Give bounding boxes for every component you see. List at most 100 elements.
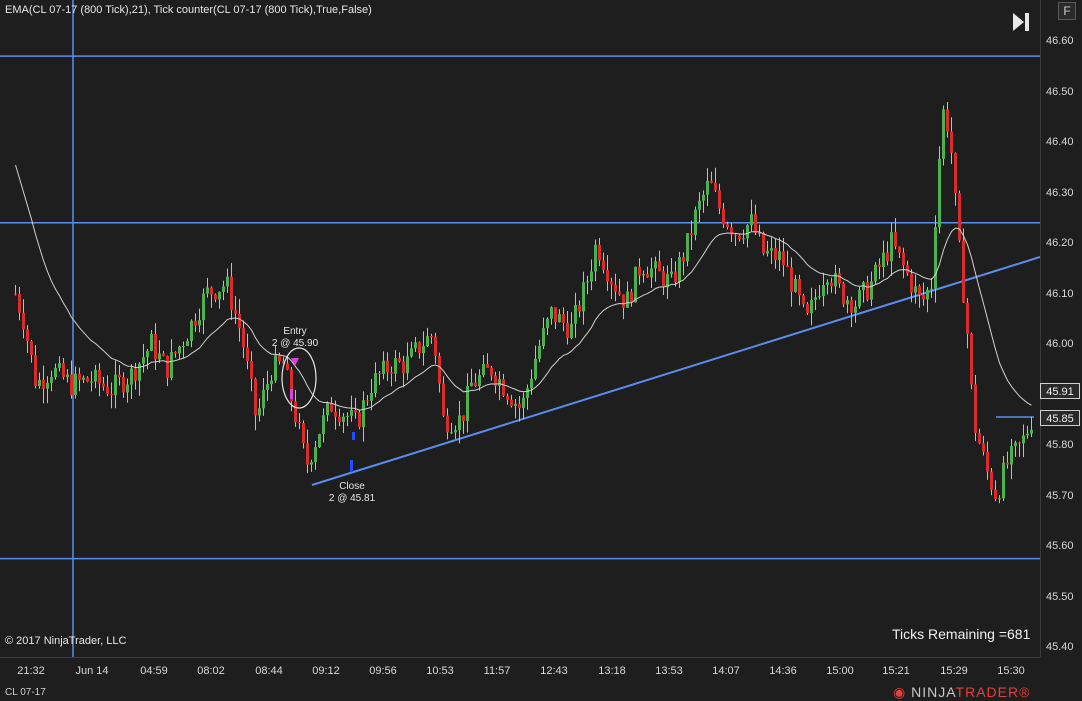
candle-down <box>990 471 993 490</box>
close-detail: 2 @ 45.81 <box>328 493 376 504</box>
candle-up <box>406 356 409 374</box>
time-tick-label: 15:30 <box>997 665 1025 677</box>
candle-down <box>298 422 301 424</box>
price-tick-label: 45.60 <box>1046 540 1074 552</box>
candle-up <box>426 336 429 347</box>
candle-down <box>866 282 869 300</box>
price-tick-label: 46.10 <box>1046 287 1074 300</box>
chart-plot-area[interactable] <box>0 0 1041 657</box>
time-tick-label: 10:53 <box>426 665 454 677</box>
candle-up <box>626 291 629 308</box>
candle-down <box>946 109 949 132</box>
candle-down <box>110 394 113 396</box>
candle-up <box>678 257 681 283</box>
candle-up <box>1014 442 1017 447</box>
candle-down <box>910 273 913 293</box>
entry-circle <box>281 347 317 409</box>
candle-down <box>474 382 477 387</box>
instrument-tab[interactable]: CL 07-17 <box>5 687 46 698</box>
last-price-tag: 45.85 <box>1040 410 1080 426</box>
candle-down <box>738 235 741 240</box>
candle-up <box>410 348 413 357</box>
entry-marker-label: Entry 2 @ 45.90 <box>272 326 318 350</box>
candle-down <box>962 240 965 303</box>
candle-down <box>994 489 997 500</box>
candle-down <box>734 234 737 236</box>
candle-up <box>670 271 673 275</box>
candle-up <box>114 374 117 396</box>
f-button[interactable]: F <box>1058 2 1076 20</box>
candle-down <box>682 257 685 262</box>
candle-down <box>878 264 881 267</box>
candle-down <box>402 361 405 374</box>
candle-up <box>522 397 525 408</box>
candle-down <box>122 377 125 393</box>
close-marker-small <box>352 432 355 440</box>
candle-down <box>230 276 233 310</box>
candle-down <box>242 328 245 348</box>
time-tick-label: 15:00 <box>826 665 854 677</box>
price-axis[interactable] <box>1040 0 1082 657</box>
indicator-label: EMA(CL 07-17 (800 Tick),21), Tick counte… <box>5 4 372 16</box>
candle-down <box>430 336 433 338</box>
close-label: Close <box>339 481 365 492</box>
candle-down <box>786 265 789 268</box>
candle-up <box>138 363 141 381</box>
price-tick-label: 46.20 <box>1046 237 1074 249</box>
candle-up <box>558 314 561 323</box>
candle-down <box>566 322 569 339</box>
ninjatrader-logo: ◉ NINJATRADER® <box>893 684 1030 701</box>
price-tick-label: 45.70 <box>1046 489 1074 502</box>
candle-up <box>346 415 349 417</box>
candle-up <box>322 415 325 435</box>
candle-down <box>330 402 333 412</box>
candle-up <box>190 320 193 342</box>
candle-down <box>598 244 601 261</box>
candle-down <box>646 274 649 278</box>
candle-up <box>202 293 205 321</box>
candle-up <box>858 290 861 307</box>
candle-up <box>750 214 753 226</box>
candle-up <box>218 291 221 300</box>
candle-down <box>898 246 901 253</box>
candle-down <box>166 355 169 379</box>
candle-down <box>286 363 289 370</box>
candle-down <box>762 232 765 254</box>
candle-down <box>334 411 337 417</box>
candle-down <box>850 300 853 313</box>
candle-up <box>942 109 945 159</box>
price-chart[interactable] <box>0 0 1041 657</box>
candle-up <box>270 380 273 385</box>
skip-to-end-icon[interactable] <box>1011 11 1031 33</box>
candle-up <box>198 320 201 326</box>
candle-down <box>106 386 109 395</box>
candle-up <box>586 281 589 283</box>
candle-up <box>778 251 781 261</box>
candle-down <box>710 180 713 183</box>
candle-up <box>526 388 529 398</box>
candle-down <box>610 281 613 285</box>
candle-up <box>150 333 153 351</box>
candle-down <box>690 233 693 236</box>
ema-price-tag: 45.91 <box>1040 383 1080 399</box>
candle-down <box>30 341 33 356</box>
price-tick-label: 46.00 <box>1046 338 1074 350</box>
candle-down <box>958 193 961 241</box>
candle-down <box>278 355 281 362</box>
candle-down <box>974 384 977 433</box>
candle-down <box>118 374 121 378</box>
candle-up <box>498 379 501 386</box>
candle-up <box>870 281 873 300</box>
candle-down <box>502 379 505 396</box>
time-tick-label: 13:18 <box>598 665 626 677</box>
candle-down <box>606 269 609 282</box>
candle-up <box>822 285 825 297</box>
candle-up <box>854 306 857 313</box>
candle-down <box>162 353 165 356</box>
candle-down <box>358 412 361 428</box>
candle-up <box>794 278 797 292</box>
candle-down <box>234 309 237 314</box>
close-marker <box>350 460 353 472</box>
candle-up <box>382 360 385 375</box>
candle-up <box>1030 429 1033 434</box>
